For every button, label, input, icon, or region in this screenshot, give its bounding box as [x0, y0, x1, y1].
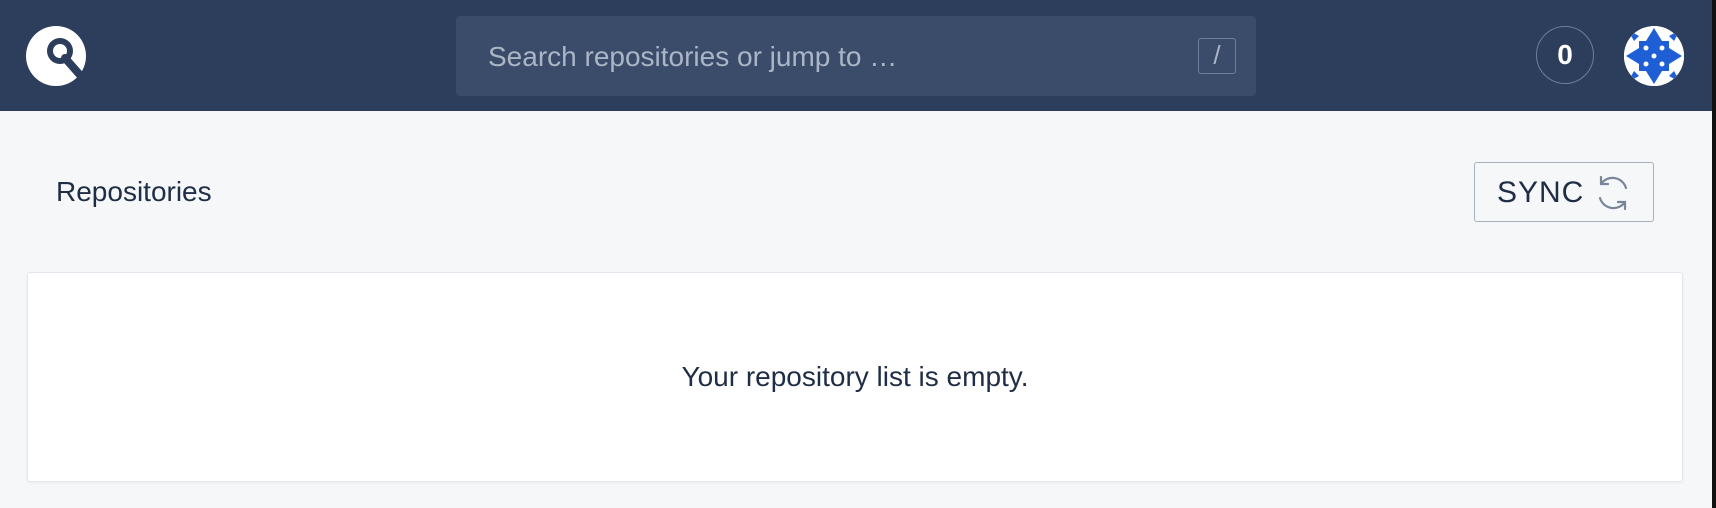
- top-navigation-bar: / 0: [0, 0, 1712, 111]
- search-shortcut-key: /: [1198, 38, 1236, 74]
- drone-logo-icon[interactable]: [25, 25, 87, 87]
- repository-list-panel: Your repository list is empty.: [27, 272, 1683, 482]
- sync-button[interactable]: SYNC: [1474, 162, 1654, 222]
- empty-state-message: Your repository list is empty.: [681, 361, 1029, 392]
- refresh-icon: [1593, 173, 1633, 213]
- search-input[interactable]: [486, 34, 1170, 80]
- page-title: Repositories: [56, 176, 212, 207]
- user-avatar-icon[interactable]: [1624, 26, 1684, 86]
- sync-button-label: SYNC: [1497, 176, 1585, 209]
- window-edge: [1712, 0, 1716, 508]
- notification-count-badge[interactable]: 0: [1536, 26, 1594, 84]
- search-box[interactable]: /: [456, 16, 1256, 96]
